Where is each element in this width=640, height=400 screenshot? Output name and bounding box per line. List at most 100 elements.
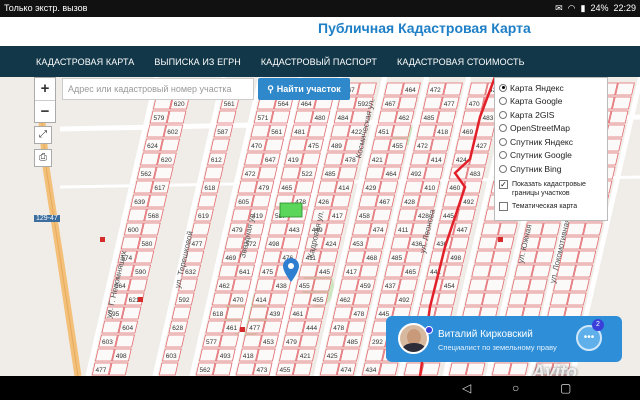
cadastral-plot — [358, 194, 379, 208]
site-title[interactable]: Публичная Кадастровая Карта — [318, 20, 531, 36]
location-pin-icon[interactable] — [283, 258, 299, 282]
plot-number: 458 — [359, 213, 370, 220]
cadastral-plot — [420, 362, 441, 376]
thematic-map-label: Тематическая карта — [512, 202, 578, 210]
cadastral-plot — [540, 222, 561, 236]
status-time: 22:29 — [613, 3, 636, 13]
chat-widget[interactable]: Виталий Кирковский Специалист по земельн… — [386, 316, 622, 362]
plot-number: 577 — [206, 339, 217, 346]
cadastral-plot — [307, 124, 328, 138]
plot-number: 434 — [366, 367, 377, 374]
layer-option-google-map[interactable]: Карта Google — [499, 95, 603, 109]
recent-apps-icon[interactable]: ▢ — [560, 381, 571, 395]
plot-number: 483 — [470, 171, 481, 178]
cadastral-plot — [465, 362, 486, 376]
fullscreen-icon[interactable]: ⤢ — [34, 126, 52, 144]
cadastral-plot — [134, 250, 155, 264]
cadastral-plot — [511, 278, 531, 292]
layer-option-google-satellite[interactable]: Спутник Google — [499, 149, 603, 163]
find-plot-label: Найти участок — [276, 84, 341, 94]
cadastral-plot — [317, 180, 338, 194]
layer-option-2gis-map[interactable]: Карта 2GIS — [499, 108, 603, 122]
radio-button[interactable] — [499, 164, 507, 173]
cadastral-plot — [410, 152, 430, 166]
marker-square — [498, 237, 503, 242]
layer-option-bing-satellite[interactable]: Спутник Bing — [499, 162, 603, 176]
system-nav-bar: ◁ ○ ▢ — [0, 376, 640, 400]
cadastral-plot — [429, 250, 450, 264]
plot-number: 478 — [353, 311, 364, 318]
cadastral-plot — [197, 194, 218, 208]
plot-number: 470 — [469, 101, 480, 108]
cadastral-plot — [330, 124, 351, 138]
cadastral-plot — [120, 236, 141, 250]
plot-number: 481 — [294, 129, 305, 136]
layer-option-openstreetmap[interactable]: OpenStreetMap — [499, 122, 603, 136]
cadastral-plot — [528, 278, 548, 292]
cadastral-plot — [576, 250, 597, 264]
show-borders-checkbox[interactable]: ✓ — [499, 179, 508, 189]
plot-number: 492 — [411, 171, 422, 178]
cadastral-plot — [436, 110, 457, 124]
radio-button[interactable] — [499, 151, 507, 160]
find-plot-button[interactable]: ⚲ Найти участок — [258, 78, 350, 100]
cadastral-plot — [377, 292, 398, 306]
cadastral-plot — [242, 334, 262, 348]
home-icon[interactable]: ○ — [512, 381, 519, 395]
plot-number: 628 — [172, 325, 183, 332]
radio-button[interactable] — [499, 124, 507, 133]
cadastral-plot — [298, 264, 319, 278]
consultant-role: Специалист по земельному праву — [438, 343, 557, 352]
nav-egrn-extract[interactable]: ВЫПИСКА ИЗ ЕГРН — [144, 57, 250, 67]
plot-number: 417 — [332, 213, 343, 220]
layer-option-yandex-map[interactable]: Карта Яндекс — [499, 81, 603, 95]
cadastral-plot — [210, 138, 231, 152]
road-number-label: 129-47 — [34, 215, 60, 222]
radio-button[interactable] — [499, 83, 507, 92]
zoom-control: + − — [34, 77, 56, 123]
cadastral-plot — [251, 194, 272, 208]
cadastral-plot — [352, 292, 373, 306]
cadastral-plot — [292, 362, 313, 376]
radio-button[interactable] — [499, 110, 507, 119]
cadastral-plot — [615, 82, 635, 96]
thematic-map-toggle[interactable]: Тематическая карта — [499, 201, 603, 211]
cadastral-plot — [430, 138, 451, 152]
plot-number: 492 — [399, 297, 410, 304]
print-icon[interactable]: ⎙ — [34, 149, 52, 167]
cadastral-plot — [514, 264, 535, 278]
search-input[interactable] — [62, 78, 254, 100]
zoom-in-button[interactable]: + — [35, 78, 55, 100]
nav-cadastral-passport[interactable]: КАДАСТРОВЫЙ ПАСПОРТ — [251, 57, 387, 67]
radio-button[interactable] — [499, 137, 507, 146]
nav-cadastral-value[interactable]: КАДАСТРОВАЯ СТОИМОСТЬ — [387, 57, 535, 67]
plot-number: 612 — [211, 157, 222, 164]
cadastral-plot — [351, 222, 372, 236]
cadastral-plot — [416, 124, 437, 138]
plot-number: 453 — [263, 339, 274, 346]
zoom-out-button[interactable]: − — [35, 100, 55, 122]
battery-icon: ▮ — [580, 3, 586, 13]
plot-number: 470 — [251, 143, 262, 150]
plot-number: 478 — [345, 157, 356, 164]
cadastral-plot — [262, 320, 283, 334]
cadastral-plot — [278, 348, 299, 362]
back-icon[interactable]: ◁ — [462, 381, 471, 395]
radio-button[interactable] — [499, 97, 507, 106]
thematic-map-checkbox[interactable] — [499, 201, 508, 211]
layer-option-yandex-satellite[interactable]: Спутник Яндекс — [499, 135, 603, 149]
cadastral-plot — [324, 152, 344, 166]
show-borders-toggle[interactable]: ✓ Показать кадастровые границы участков — [499, 179, 603, 198]
nav-cadastral-map[interactable]: КАДАСТРОВАЯ КАРТА — [0, 57, 144, 67]
plot-number: 479 — [286, 339, 297, 346]
plot-number: 472 — [417, 143, 428, 150]
site-header: Публичная Кадастровая Карта — [0, 17, 640, 46]
plot-number: 465 — [281, 185, 292, 192]
cadastral-plot — [337, 166, 358, 180]
cadastral-plot — [211, 292, 232, 306]
cadastral-plot — [582, 222, 603, 236]
plot-number: 602 — [167, 129, 178, 136]
plot-number: 411 — [398, 227, 409, 234]
plot-number: 479 — [232, 227, 243, 234]
wifi-icon: ◠ — [567, 3, 576, 13]
